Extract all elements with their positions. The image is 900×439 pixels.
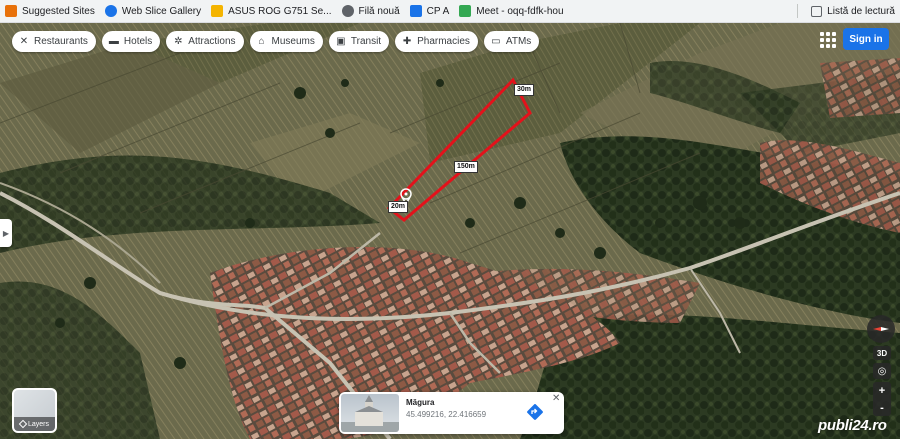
- bookmark-web-slice-gallery[interactable]: Web Slice Gallery: [100, 0, 206, 23]
- globe-icon: [104, 5, 117, 17]
- meet-icon: [459, 5, 472, 17]
- chip-label: Attractions: [188, 36, 236, 47]
- bookmark-label: ASUS ROG G751 Se...: [228, 5, 332, 17]
- chip-label: Hotels: [123, 36, 153, 47]
- document-icon: [409, 5, 422, 17]
- layers-label-bar: Layers: [14, 417, 55, 431]
- place-thumbnail[interactable]: [341, 394, 399, 432]
- reading-list-icon: [811, 5, 823, 17]
- pharmacy-icon: ✚: [402, 36, 412, 47]
- zoom-controls: + -: [873, 382, 891, 416]
- close-icon[interactable]: ✕: [552, 393, 560, 404]
- side-panel-toggle[interactable]: ▶: [0, 219, 12, 247]
- bookmark-label: Filă nouă: [358, 5, 400, 17]
- layers-icon: [18, 419, 28, 429]
- chip-museums[interactable]: ⌂ Museums: [249, 31, 323, 52]
- tilt-3d-button[interactable]: 3D: [873, 346, 891, 360]
- compass-icon: [873, 327, 889, 331]
- location-target-icon: ◎: [877, 365, 887, 377]
- transit-icon: ▣: [336, 36, 346, 47]
- zoom-out-button[interactable]: -: [880, 402, 884, 414]
- restaurant-icon: ✕: [19, 36, 29, 47]
- bookmark-label: Suggested Sites: [22, 5, 95, 17]
- reading-list-label: Listă de lectură: [827, 5, 895, 17]
- bookmark-fila-noua[interactable]: Filă nouă: [337, 0, 405, 23]
- hotel-icon: ▬: [108, 36, 119, 47]
- category-chips: ✕ Restaurants ▬ Hotels ✲ Attractions ⌂ M…: [12, 31, 540, 52]
- bookmark-label: Meet - oqq-fdfk-hou: [476, 5, 564, 17]
- place-name: Măgura: [406, 398, 435, 407]
- museum-icon: ⌂: [258, 36, 265, 47]
- bookmarks-bar: Suggested Sites Web Slice Gallery ASUS R…: [0, 0, 900, 23]
- bookmark-meet[interactable]: Meet - oqq-fdfk-hou: [454, 0, 568, 23]
- chip-hotels[interactable]: ▬ Hotels: [101, 31, 161, 52]
- chip-pharmacies[interactable]: ✚ Pharmacies: [395, 31, 478, 52]
- chip-restaurants[interactable]: ✕ Restaurants: [12, 31, 96, 52]
- watermark-logo: publi24.ro: [818, 417, 887, 434]
- layers-button[interactable]: Layers: [12, 388, 57, 433]
- my-location-button[interactable]: ◎: [873, 363, 891, 379]
- measurement-label-long: 150m: [454, 161, 478, 173]
- chip-label: Museums: [271, 36, 315, 47]
- reading-list-button[interactable]: Listă de lectură: [806, 0, 900, 23]
- atm-icon: ▭: [491, 36, 501, 47]
- chip-label: Restaurants: [34, 36, 88, 47]
- bookmark-label: CP A: [426, 5, 450, 17]
- bookmark-asus-rog[interactable]: ASUS ROG G751 Se...: [206, 0, 336, 23]
- folder-icon: [211, 5, 224, 17]
- place-card[interactable]: Măgura 45.499216, 22.416659 ✕: [339, 392, 564, 434]
- globe-icon: [341, 5, 354, 17]
- attraction-icon: ✲: [174, 36, 183, 47]
- chip-attractions[interactable]: ✲ Attractions: [166, 31, 244, 52]
- church-image: [341, 395, 399, 432]
- bookmark-suggested-sites[interactable]: Suggested Sites: [0, 0, 100, 23]
- measurement-label-short: 20m: [388, 201, 409, 213]
- directions-icon[interactable]: [526, 403, 544, 421]
- bookmark-label: Web Slice Gallery: [121, 5, 202, 17]
- satellite-imagery: [0, 23, 900, 439]
- place-coordinates: 45.499216, 22.416659: [406, 410, 487, 419]
- bookmark-cp-a[interactable]: CP A: [405, 0, 455, 23]
- satellite-map[interactable]: 30m 150m 20m: [0, 23, 900, 439]
- measurement-label-top: 30m: [514, 84, 535, 96]
- apps-grid-icon[interactable]: [818, 30, 836, 48]
- bookmark-star-icon: [5, 5, 17, 17]
- sign-in-button[interactable]: Sign in: [843, 28, 889, 50]
- chip-label: Transit: [350, 36, 382, 47]
- chip-transit[interactable]: ▣ Transit: [328, 31, 390, 52]
- layers-label: Layers: [27, 420, 49, 428]
- compass-button[interactable]: [867, 315, 895, 343]
- chip-label: Pharmacies: [417, 36, 470, 47]
- chevron-right-icon: ▶: [2, 228, 10, 238]
- chip-label: ATMs: [505, 36, 532, 47]
- chip-atms[interactable]: ▭ ATMs: [483, 31, 540, 52]
- divider: [797, 4, 799, 18]
- zoom-in-button[interactable]: +: [879, 385, 885, 397]
